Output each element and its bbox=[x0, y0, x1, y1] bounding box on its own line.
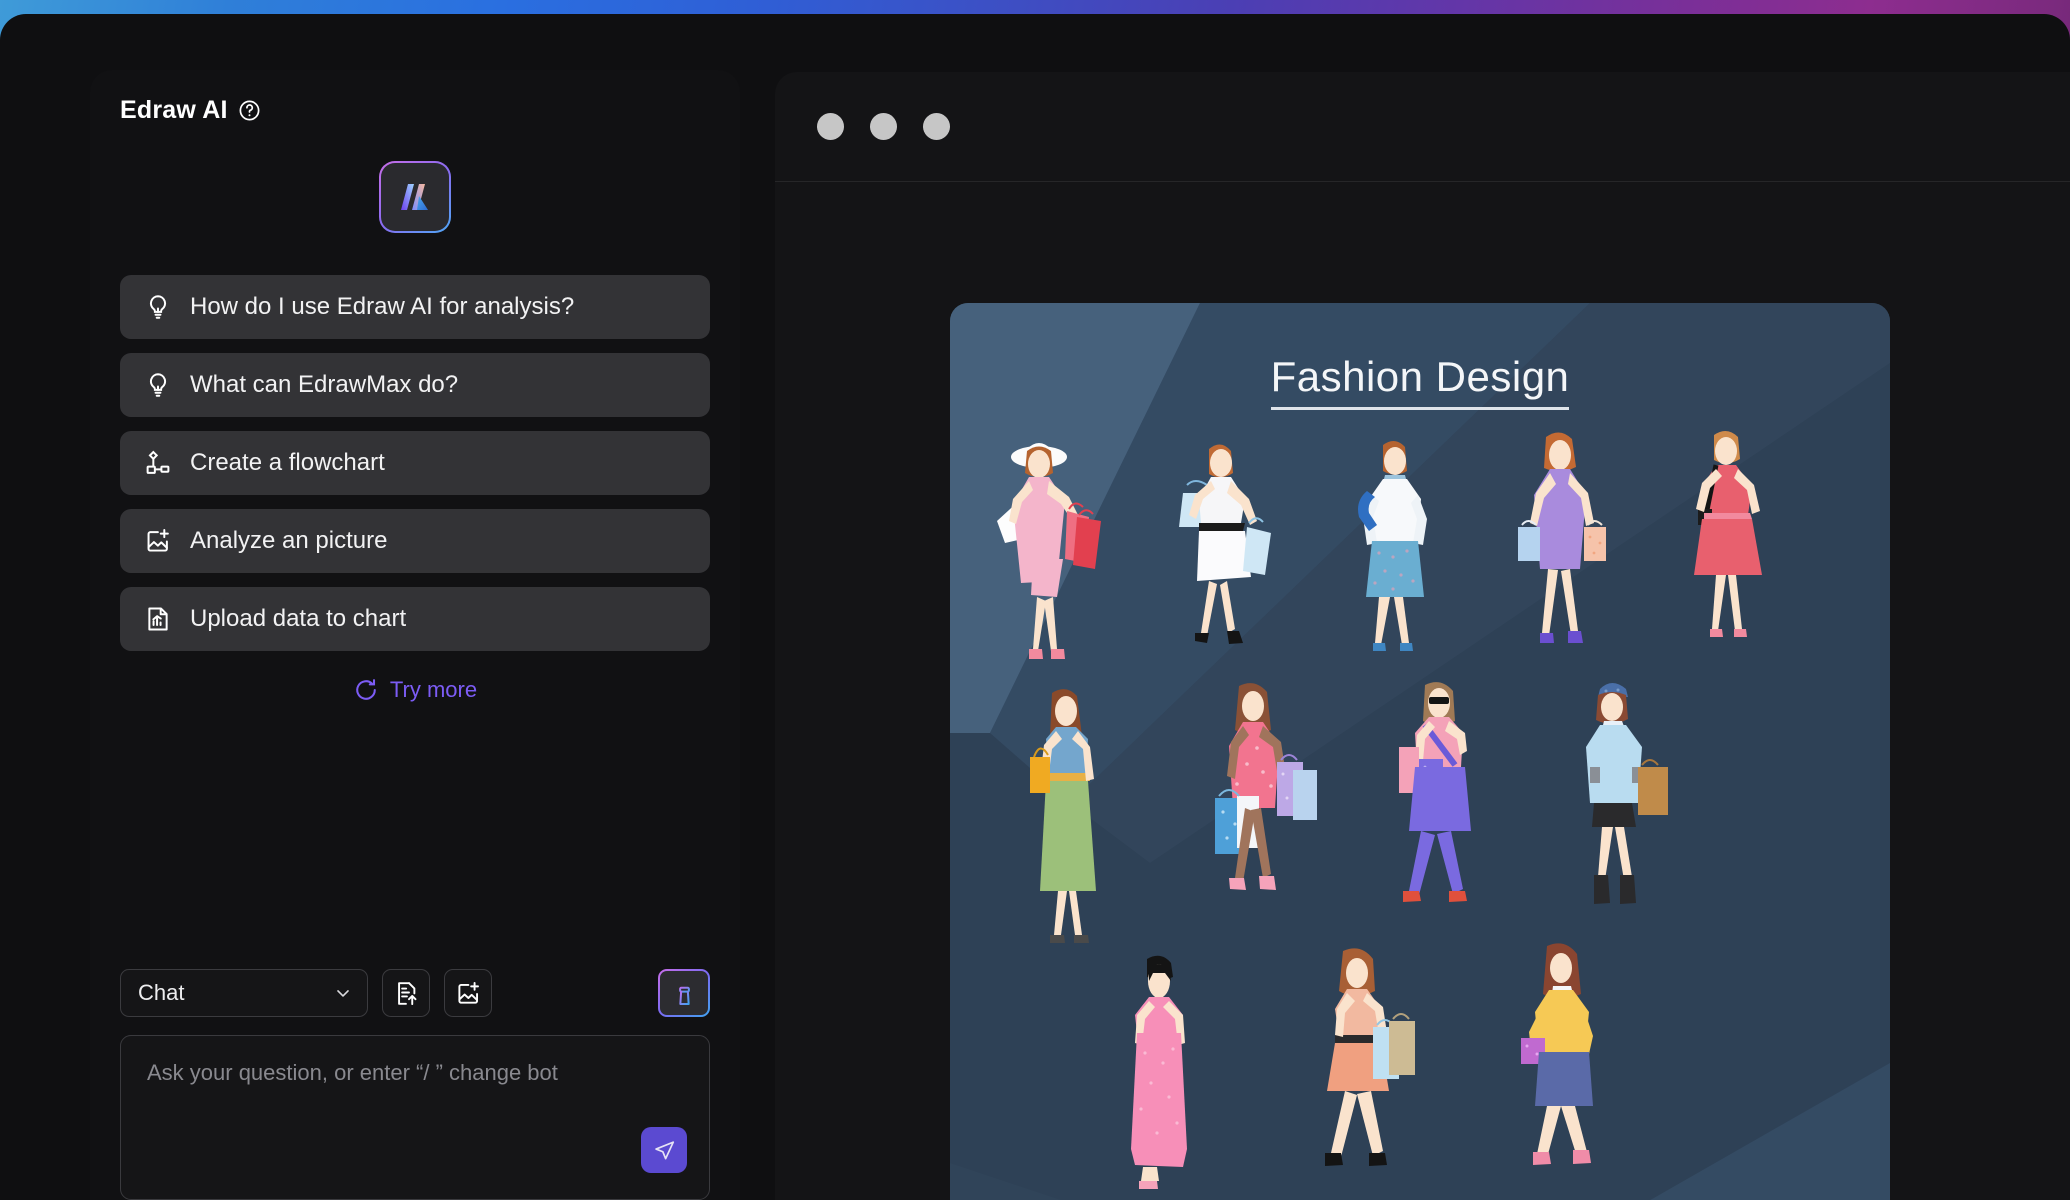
ai-logo-container bbox=[90, 161, 740, 233]
suggestion-item-label: How do I use Edraw AI for analysis? bbox=[190, 293, 575, 320]
chat-input-placeholder: Ask your question, or enter “/ ” change … bbox=[147, 1060, 558, 1085]
page-title: Edraw AI bbox=[120, 96, 228, 124]
composer-toolbar: Chat bbox=[120, 969, 710, 1017]
suggestion-item-label: What can EdrawMax do? bbox=[190, 371, 459, 398]
model-select-value: Chat bbox=[138, 980, 185, 1005]
chart-document-icon bbox=[148, 607, 168, 631]
document-upload-icon bbox=[397, 981, 416, 1005]
chevron-down-icon bbox=[337, 990, 349, 997]
suggestion-item-label: Analyze an picture bbox=[190, 527, 388, 554]
fashion-figures bbox=[997, 430, 1762, 1189]
lightbulb-icon bbox=[149, 373, 167, 397]
send-button[interactable] bbox=[641, 1127, 687, 1173]
try-more-button[interactable]: Try more bbox=[90, 677, 740, 703]
upload-document-button[interactable] bbox=[382, 969, 430, 1017]
suggestion-item-upload-chart[interactable]: Upload data to chart bbox=[120, 587, 710, 651]
canvas-area: Fashion Design bbox=[775, 183, 2070, 1200]
figure-3 bbox=[1358, 440, 1427, 651]
maximize-dot[interactable] bbox=[923, 113, 950, 140]
suggestion-item-label: Upload data to chart bbox=[190, 605, 407, 632]
figure-9 bbox=[1586, 683, 1668, 904]
ai-panel-header: Edraw AI bbox=[90, 70, 740, 125]
image-add-icon bbox=[457, 981, 479, 1004]
suggestion-item-flowchart[interactable]: Create a flowchart bbox=[120, 431, 710, 495]
close-dot[interactable] bbox=[817, 113, 844, 140]
suggestion-item-label: Create a flowchart bbox=[190, 449, 385, 476]
lightbulb-icon bbox=[149, 295, 167, 319]
clear-chat-button[interactable] bbox=[658, 969, 710, 1017]
try-more-label: Try more bbox=[389, 677, 478, 702]
chat-input[interactable]: Ask your question, or enter “/ ” change … bbox=[120, 1035, 710, 1200]
suggestion-item-analysis[interactable]: How do I use Edraw AI for analysis? bbox=[120, 275, 710, 339]
figure-1 bbox=[997, 443, 1101, 659]
figure-5 bbox=[1694, 430, 1762, 637]
refresh-icon bbox=[356, 679, 376, 700]
figure-6 bbox=[1030, 689, 1096, 943]
edraw-ai-logo[interactable] bbox=[379, 161, 451, 233]
edraw-ai-panel: Edraw AI How do I use Edraw AI for analy… bbox=[90, 70, 740, 1200]
window-title-bar bbox=[775, 72, 2070, 182]
preview-window: Fashion Design bbox=[775, 72, 2070, 1200]
image-add-icon bbox=[147, 529, 169, 552]
fashion-design-canvas[interactable]: Fashion Design bbox=[950, 303, 1890, 1200]
flowchart-icon bbox=[146, 450, 170, 474]
model-select[interactable]: Chat bbox=[120, 969, 368, 1017]
suggestion-item-analyze-picture[interactable]: Analyze an picture bbox=[120, 509, 710, 573]
figure-10 bbox=[1131, 955, 1187, 1189]
question-circle-icon[interactable] bbox=[238, 99, 261, 122]
composer: Chat Ask your question, or enter “/ ” ch… bbox=[120, 969, 710, 1200]
figure-2 bbox=[1179, 444, 1271, 644]
suggestion-item-edrawmax[interactable]: What can EdrawMax do? bbox=[120, 353, 710, 417]
upload-image-button[interactable] bbox=[444, 969, 492, 1017]
minimize-dot[interactable] bbox=[870, 113, 897, 140]
suggestion-list: How do I use Edraw AI for analysis? What… bbox=[120, 275, 710, 651]
figure-8 bbox=[1399, 682, 1471, 902]
figure-11 bbox=[1325, 948, 1415, 1166]
broom-icon bbox=[678, 981, 690, 1005]
figure-7 bbox=[1215, 683, 1317, 890]
figure-4 bbox=[1518, 432, 1606, 643]
send-icon bbox=[654, 1140, 674, 1159]
figure-12 bbox=[1521, 943, 1593, 1165]
